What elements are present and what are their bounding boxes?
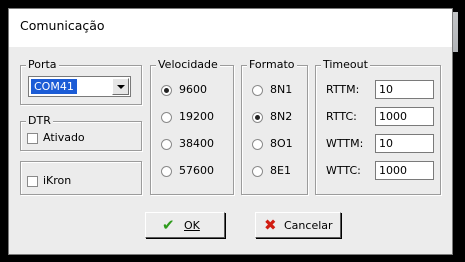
porta-legend: Porta	[26, 58, 59, 72]
wttc-label: WTTC:	[326, 164, 361, 177]
formato-legend: Formato	[247, 58, 297, 72]
wttm-input[interactable]: 10	[375, 134, 434, 153]
timeout-legend: Timeout	[321, 58, 370, 72]
title-bar: Comunicação	[9, 9, 452, 47]
ok-button[interactable]: ✔ OK	[145, 212, 225, 238]
communication-dialog: Comunicação Porta COM41 DTR Ativado iKro…	[8, 8, 453, 255]
velocidade-option-label: 57600	[179, 164, 214, 177]
ativado-checkbox[interactable]	[27, 133, 38, 144]
velocidade-radio-9600[interactable]	[161, 85, 172, 96]
wttm-label: WTTM:	[326, 137, 364, 150]
rttm-input[interactable]: 10	[375, 80, 434, 99]
velocidade-group: Velocidade 9600 19200 38400 57600	[150, 58, 234, 195]
wttc-input[interactable]: 1000	[375, 161, 434, 180]
ok-button-label: OK	[184, 219, 200, 232]
formato-option-label: 8E1	[270, 164, 291, 177]
cancel-button[interactable]: ✖ Cancelar	[255, 212, 341, 238]
ativado-label: Ativado	[43, 131, 85, 144]
porta-selected-value: COM41	[31, 79, 77, 94]
velocidade-option-label: 38400	[179, 137, 214, 150]
dtr-legend: DTR	[26, 114, 53, 128]
cancel-button-label: Cancelar	[284, 219, 333, 232]
porta-combobox[interactable]: COM41	[28, 76, 131, 97]
formato-group: Formato 8N1 8N2 8O1 8E1	[241, 58, 308, 195]
ikron-group: iKron	[20, 161, 142, 195]
rttc-label: RTTC:	[326, 110, 357, 123]
velocidade-option-label: 9600	[179, 83, 207, 96]
formato-radio-8o1[interactable]	[252, 139, 263, 150]
velocidade-radio-19200[interactable]	[161, 112, 172, 123]
porta-group: Porta COM41	[20, 58, 142, 105]
velocidade-radio-38400[interactable]	[161, 139, 172, 150]
formato-radio-8n2[interactable]	[252, 112, 263, 123]
formato-option-label: 8O1	[270, 137, 293, 150]
chevron-down-icon[interactable]	[112, 78, 129, 95]
velocidade-option-label: 19200	[179, 110, 214, 123]
velocidade-legend: Velocidade	[156, 58, 220, 72]
formato-option-label: 8N2	[270, 110, 293, 123]
dtr-group: DTR Ativado	[20, 114, 142, 151]
formato-option-label: 8N1	[270, 83, 293, 96]
ikron-checkbox[interactable]	[27, 176, 38, 187]
x-icon: ✖	[264, 216, 277, 234]
formato-radio-8e1[interactable]	[252, 166, 263, 177]
dialog-title: Comunicação	[20, 18, 105, 33]
velocidade-radio-57600[interactable]	[161, 166, 172, 177]
ikron-label: iKron	[43, 174, 72, 187]
rttc-input[interactable]: 1000	[375, 107, 434, 126]
rttm-label: RTTM:	[326, 83, 360, 96]
check-icon: ✔	[162, 216, 175, 234]
formato-radio-8n1[interactable]	[252, 85, 263, 96]
timeout-group: Timeout RTTM: 10 RTTC: 1000 WTTM: 10 WTT…	[315, 58, 441, 195]
